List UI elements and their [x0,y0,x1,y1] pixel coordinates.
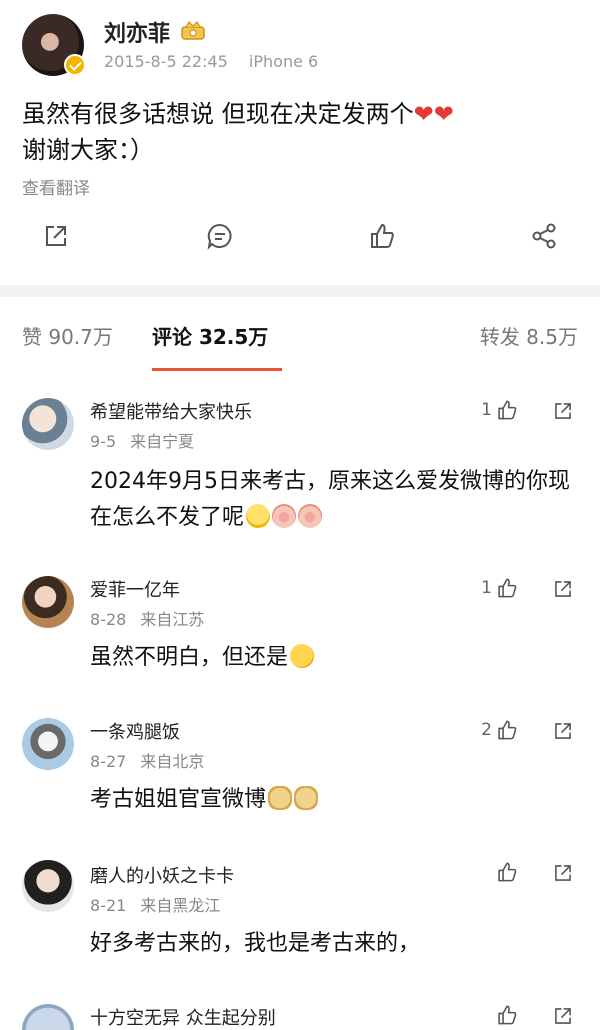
post-text-before: 虽然有很多话想说 但现在决定发两个 [22,100,414,128]
comment-repost-icon[interactable] [552,1005,574,1027]
comment-like-button[interactable] [496,1004,518,1026]
comment-meta: 9-5 来自宁夏 [90,428,208,452]
comment-date: 8-27 [90,752,127,771]
like-button[interactable] [368,222,398,254]
comment-like-button[interactable]: 2 [481,719,518,741]
comment-like-count: 2 [481,720,492,740]
comment-location: 来自江苏 [140,610,205,629]
commenter-name[interactable]: 爱菲一亿年 [90,576,180,602]
commenter-name[interactable]: 磨人的小妖之卡卡 [90,862,234,888]
comment-button[interactable] [206,222,236,254]
vip-crown-icon [181,21,205,40]
repost-button[interactable] [42,222,72,254]
comment-text: 虽然不明白，但还是 [90,640,580,676]
comment-location: 来自宁夏 [130,432,195,451]
comment-location: 来自北京 [140,752,205,771]
verified-badge-icon [64,54,86,76]
comment-meta: 8-28 来自江苏 [90,606,218,630]
comment-like-button[interactable]: 1 [481,399,518,421]
section-divider [0,285,600,297]
post-timestamp: 2015-8-5 22:45 [104,52,228,71]
pig-emoji-icon [272,504,297,528]
commenter-avatar[interactable] [22,576,74,628]
commenter-name[interactable]: 一条鸡腿饭 [90,718,180,744]
commenter-avatar[interactable] [22,1004,74,1030]
thumbs-up-icon [498,720,517,740]
post-tabs: 赞 90.7万 评论 32.5万 转发 8.5万 [0,297,600,371]
comment-body: 考古姐姐官宣微博 [90,787,267,812]
pig-emoji-icon [298,504,323,528]
comment-repost-icon[interactable] [552,578,574,600]
post-device: iPhone 6 [248,52,319,71]
post-action-bar [0,222,600,258]
comment-repost-icon[interactable] [552,862,574,884]
weibo-post: 刘亦菲 2015-8-5 22:45 iPhone 6 虽然有很多话想说 但现在… [0,0,600,285]
translate-link[interactable]: 查看翻译 [22,174,90,199]
comment-date: 9-5 [90,432,117,451]
comment-icon [207,223,232,250]
heart-emoji-icon: ❤❤ [413,100,454,128]
comment-like-count: 1 [481,578,492,598]
commenter-name[interactable]: 希望能带给大家快乐 [90,398,252,424]
comment-text: 2024年9月5日来考古，原来这么爱发微博的你现在怎么不发了呢 [90,464,580,536]
thumbs-up-icon [498,400,517,420]
comment-meta: 8-21 来自黑龙江 [90,892,234,916]
commenter-avatar[interactable] [22,860,74,912]
laugh-cry-emoji-icon [246,504,271,528]
commenter-avatar[interactable] [22,398,74,450]
thumbs-up-icon [498,862,517,882]
comment-date: 8-28 [90,610,127,629]
comment-date: 8-21 [90,896,127,915]
post-meta: 2015-8-5 22:45 iPhone 6 [104,52,334,71]
tab-likes[interactable]: 赞 90.7万 [22,321,113,350]
comment-text: 好多考古来的，我也是考古来的， [90,931,421,956]
comment-like-button[interactable] [496,861,518,883]
comment-meta: 8-27 来自北京 [90,748,218,772]
comment-like-button[interactable]: 1 [481,577,518,599]
doge-emoji-icon [268,786,293,810]
comment-body: 虽然不明白，但还是 [90,645,289,670]
active-tab-indicator [152,368,282,371]
comment-body: 2024年9月5日来考古，原来这么爱发微博的你现在怎么不发了呢 [90,469,570,530]
kiss-emoji-icon [290,644,315,668]
post-content: 虽然有很多话想说 但现在决定发两个❤❤ 谢谢大家：） [22,96,582,168]
post-text-after: 谢谢大家：） [22,136,154,164]
comment-repost-icon[interactable] [552,400,574,422]
commenter-avatar[interactable] [22,718,74,770]
doge-emoji-icon [294,786,319,810]
comment-like-count: 1 [481,400,492,420]
comment-text: 考古姐姐官宣微博 [90,782,580,818]
thumbs-up-icon [498,1005,517,1025]
tab-comments[interactable]: 评论 32.5万 [152,321,268,350]
commenter-name[interactable]: 十方空无异 众生起分别 [90,1004,276,1030]
share-button[interactable] [530,222,560,254]
thumbs-up-icon [371,223,394,248]
tab-reposts[interactable]: 转发 8.5万 [480,321,578,350]
author-name[interactable]: 刘亦菲 [104,16,170,48]
thumbs-up-icon [498,578,517,598]
comment-location: 来自黑龙江 [140,896,221,915]
comment-repost-icon[interactable] [552,720,574,742]
share-icon [532,223,556,249]
repost-icon [46,226,66,246]
